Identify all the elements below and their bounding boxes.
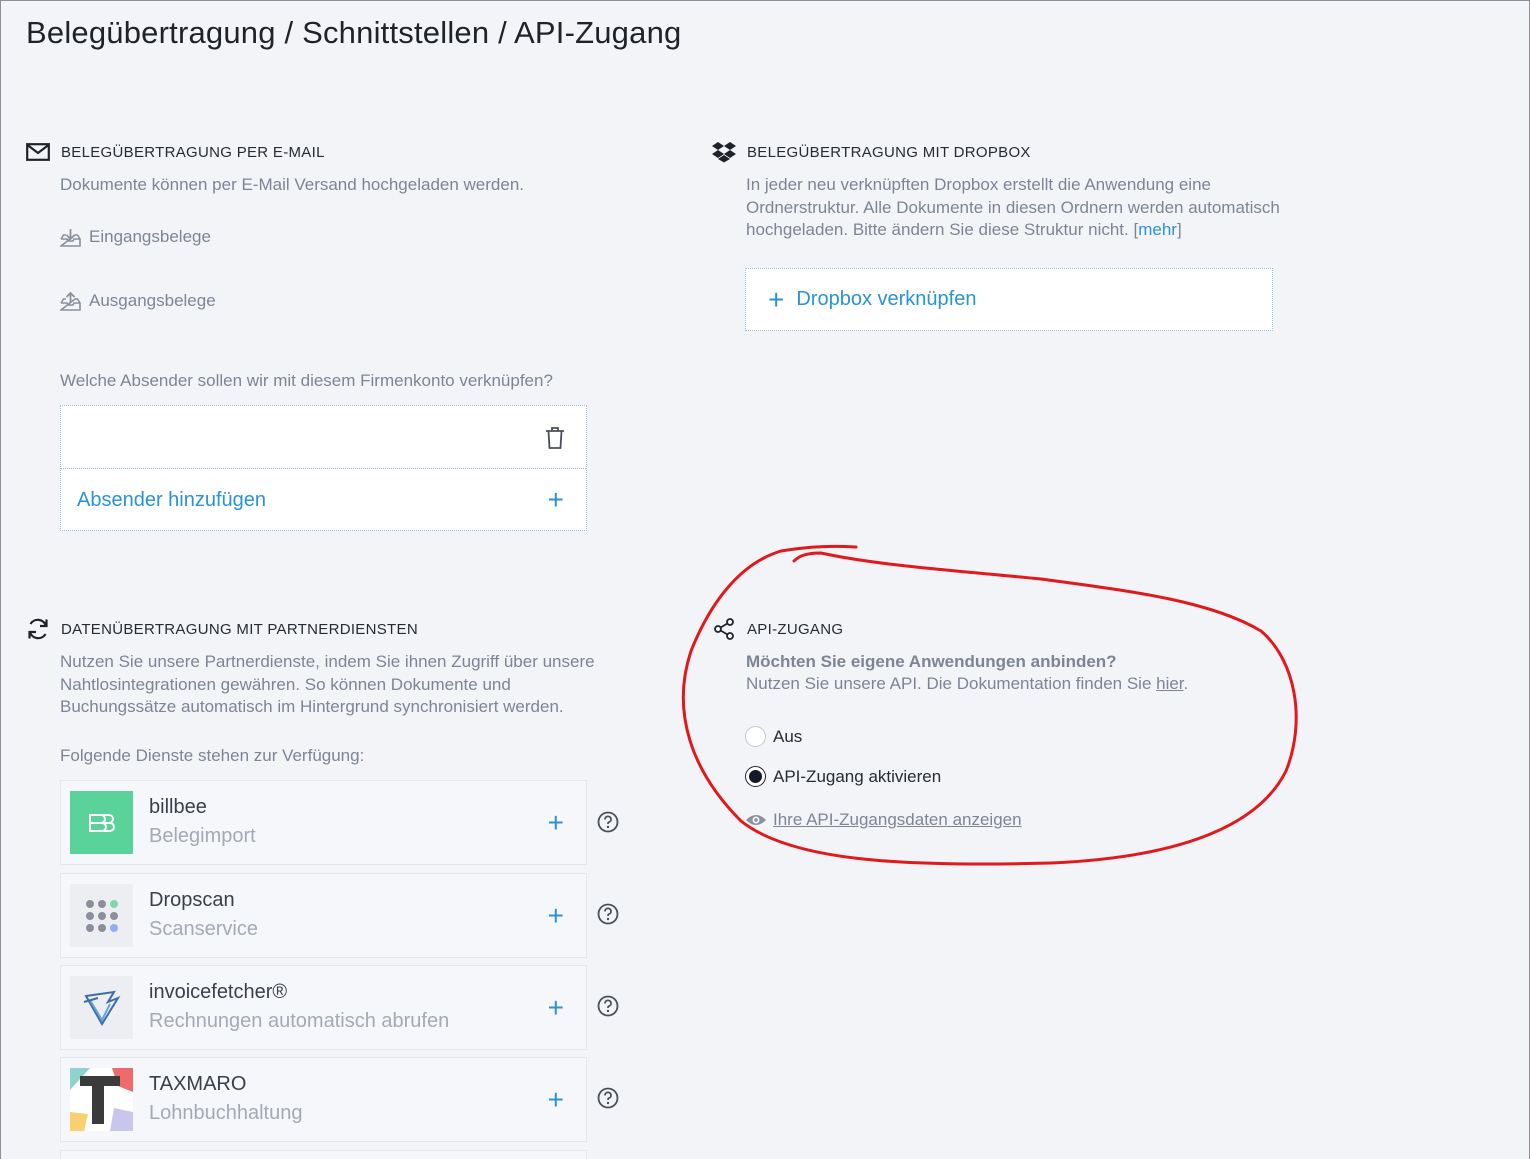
add-service-plus-icon[interactable]: + xyxy=(548,807,564,839)
trash-icon[interactable] xyxy=(544,426,566,450)
incoming-documents-link[interactable]: Eingangsbelege xyxy=(60,227,211,247)
add-service-plus-icon[interactable]: + xyxy=(548,1084,564,1116)
show-api-credentials-label: Ihre API-Zugangsdaten anzeigen xyxy=(773,810,1022,829)
dropbox-icon xyxy=(711,140,737,164)
service-card-taxmaro: TAXMARO Lohnbuchhaltung + xyxy=(60,1057,587,1142)
incoming-documents-label: Eingangsbelege xyxy=(89,227,211,246)
dropbox-description-line1: In jeder neu verknüpften Dropbox erstell… xyxy=(746,175,1211,194)
dropbox-description-line2: Ordnerstruktur. Alle Dokumente in diesen… xyxy=(746,197,1280,217)
partner-section-title: DATENÜBERTRAGUNG MIT PARTNERDIENSTEN xyxy=(61,620,418,638)
email-section-title: BELEGÜBERTRAGUNG PER E-MAIL xyxy=(61,143,325,161)
api-description-text: Nutzen Sie unsere API. Die Dokumentation… xyxy=(746,674,1157,693)
add-service-plus-icon[interactable]: + xyxy=(548,900,564,932)
service-name: invoicefetcher® xyxy=(149,981,288,1003)
service-subtitle: Lohnbuchhaltung xyxy=(149,1102,303,1124)
email-section: BELEGÜBERTRAGUNG PER E-MAIL Dokumente kö… xyxy=(25,140,665,197)
service-name: TAXMARO xyxy=(149,1073,247,1095)
outgoing-documents-label: Ausgangsbelege xyxy=(89,291,216,310)
help-icon[interactable] xyxy=(597,811,619,833)
email-section-description: Dokumente können per E-Mail Versand hoch… xyxy=(60,175,525,194)
page-title: Belegübertragung / Schnittstellen / API-… xyxy=(26,15,682,50)
dropbox-section-description: In jeder neu verknüpften Dropbox erstell… xyxy=(746,174,1411,242)
sync-icon xyxy=(25,617,51,641)
inbox-upload-icon xyxy=(60,291,81,311)
partner-description-line1: Nutzen Sie unsere Partnerdienste, indem … xyxy=(60,652,595,671)
service-subtitle: Scanservice xyxy=(149,918,258,940)
dropbox-section-title: BELEGÜBERTRAGUNG MIT DROPBOX xyxy=(747,143,1031,161)
more-bracket-close: ] xyxy=(1176,220,1182,239)
add-service-plus-icon[interactable]: + xyxy=(548,992,564,1024)
partner-description-line3: Buchungssätze automatisch im Hintergrund… xyxy=(60,697,564,716)
connect-dropbox-label: Dropbox verknüpfen xyxy=(796,288,977,310)
api-option-off[interactable]: Aus xyxy=(745,726,802,747)
service-card-invoicefetcher: invoicefetcher® Rechnungen automatisch a… xyxy=(60,965,587,1050)
api-doc-link[interactable]: hier xyxy=(1156,674,1183,693)
service-card-partial xyxy=(60,1150,587,1159)
service-subtitle: Belegimport xyxy=(149,825,256,847)
dropbox-description-line3: hochgeladen. Bitte ändern Sie diese Stru… xyxy=(746,220,1134,239)
more-link[interactable]: mehr xyxy=(1138,220,1177,239)
share-icon xyxy=(711,617,737,641)
partner-description-line2: Nahtlosintegrationen gewähren. So können… xyxy=(60,674,511,694)
inbox-download-icon xyxy=(60,228,81,247)
services-question: Folgende Dienste stehen zur Verfügung: xyxy=(60,746,365,765)
service-card-dropscan: Dropscan Scanservice + xyxy=(60,873,587,958)
radio-off[interactable] xyxy=(745,726,766,747)
plus-icon: + xyxy=(547,484,564,515)
service-name: Dropscan xyxy=(149,889,235,911)
eye-icon xyxy=(746,815,766,825)
api-section: API-ZUGANG Möchten Sie eigene Anwendunge… xyxy=(711,617,1351,695)
help-icon[interactable] xyxy=(597,903,619,925)
partner-section-description: Nutzen Sie unsere Partnerdienste, indem … xyxy=(60,651,685,719)
add-sender-label: Absender hinzufügen xyxy=(77,488,267,511)
show-api-credentials-link[interactable]: Ihre API-Zugangsdaten anzeigen xyxy=(745,810,1022,830)
billbee-logo xyxy=(70,791,133,854)
api-section-title: API-ZUGANG xyxy=(747,620,844,638)
add-sender-button[interactable]: Absender hinzufügen + xyxy=(61,469,586,531)
service-name: billbee xyxy=(149,796,207,818)
sender-entry[interactable] xyxy=(61,406,586,469)
outgoing-documents-link[interactable]: Ausgangsbelege xyxy=(60,291,216,311)
api-option-off-label: Aus xyxy=(773,726,803,746)
envelope-icon xyxy=(25,140,51,164)
api-question: Möchten Sie eigene Anwendungen anbinden? xyxy=(746,652,1117,671)
dropbox-section: BELEGÜBERTRAGUNG MIT DROPBOX In jeder ne… xyxy=(711,140,1411,242)
partner-section: DATENÜBERTRAGUNG MIT PARTNERDIENSTEN Nut… xyxy=(25,617,685,719)
radio-on[interactable] xyxy=(745,766,766,787)
connect-dropbox-button[interactable]: + Dropbox verknüpfen xyxy=(745,268,1273,331)
invoicefetcher-logo xyxy=(70,976,133,1039)
sender-question: Welche Absender sollen wir mit diesem Fi… xyxy=(60,371,553,390)
api-description-suffix: . xyxy=(1183,674,1189,693)
service-card-billbee: billbee Belegimport + xyxy=(60,780,587,865)
service-subtitle: Rechnungen automatisch abrufen xyxy=(149,1010,450,1032)
plus-icon: + xyxy=(768,283,785,315)
api-description: Nutzen Sie unsere API. Die Dokumentation… xyxy=(746,673,1351,695)
api-option-on[interactable]: API-Zugang aktivieren xyxy=(745,766,941,787)
help-icon[interactable] xyxy=(597,995,619,1017)
taxmaro-logo xyxy=(70,1068,133,1131)
sender-list: Absender hinzufügen + xyxy=(60,405,587,531)
api-option-on-label: API-Zugang aktivieren xyxy=(773,766,942,786)
dropscan-logo xyxy=(70,884,133,947)
help-icon[interactable] xyxy=(597,1087,619,1109)
